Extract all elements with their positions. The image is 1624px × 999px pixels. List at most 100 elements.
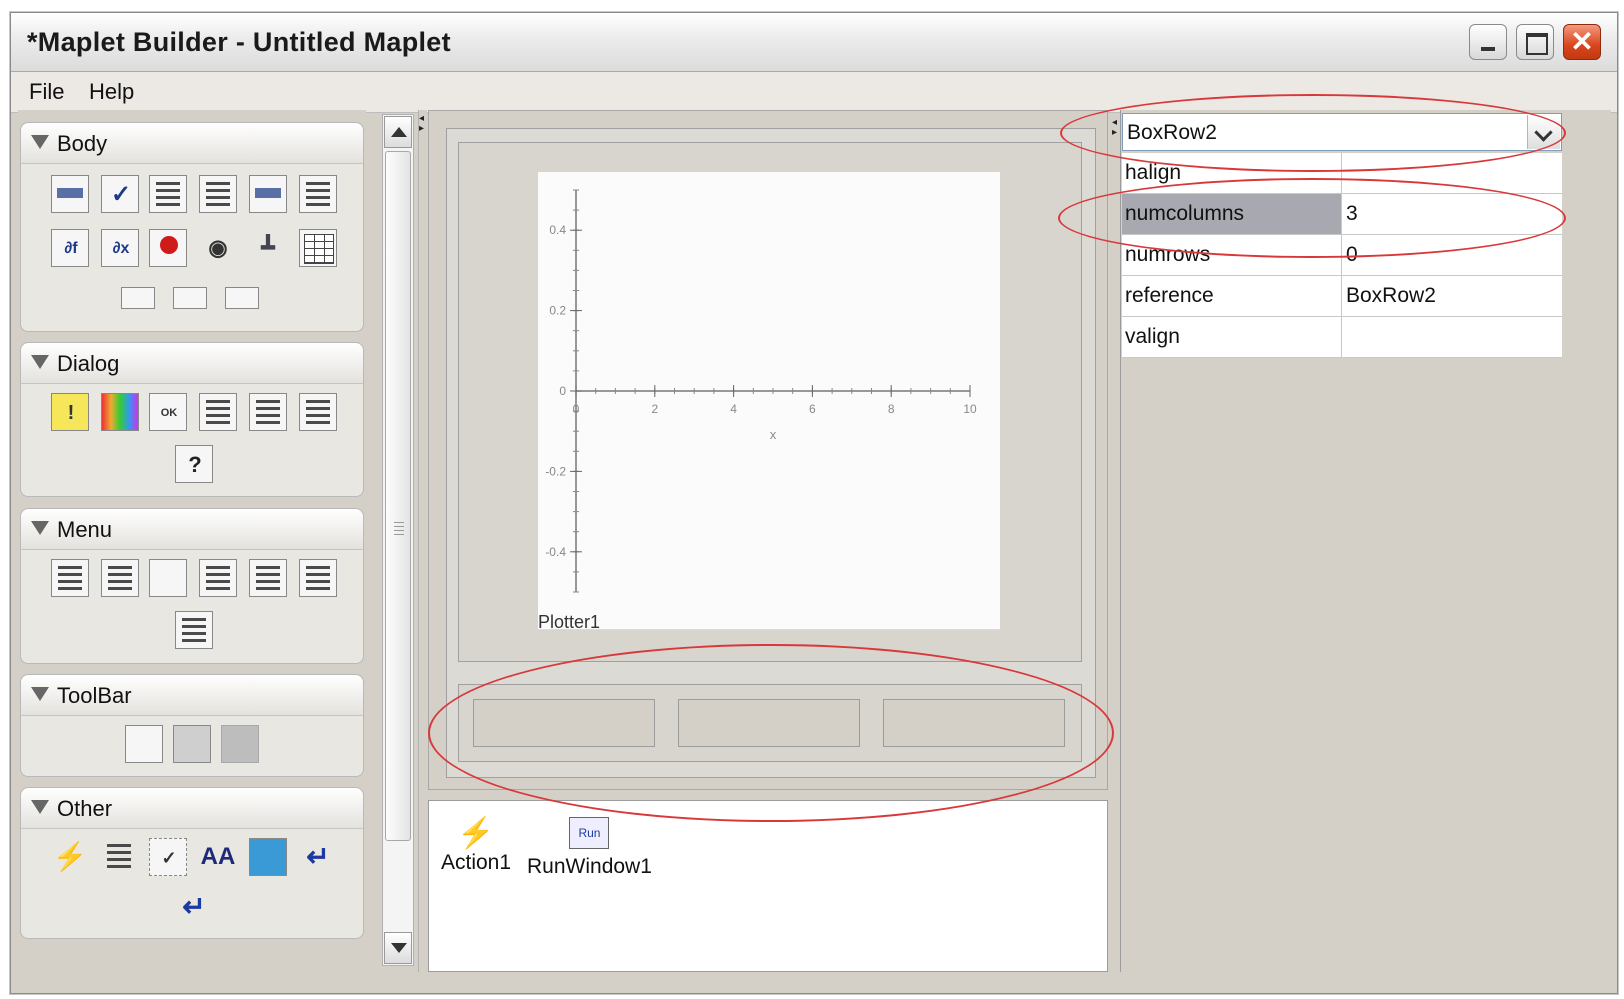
menu-item-icon[interactable] [199,559,237,597]
file-dialog-icon[interactable] [199,393,237,431]
menu-file[interactable]: File [29,79,64,105]
menu-bar: File Help [11,72,1617,113]
return-icon[interactable]: ↵ [299,838,337,876]
font-icon[interactable]: AA [199,838,237,876]
button-icon[interactable] [249,175,287,213]
group-header-other[interactable]: Other [21,788,363,829]
tray-item-label: RunWindow1 [527,855,652,878]
table-icon[interactable] [299,229,337,267]
check-box-group-icon[interactable]: ✓ [149,838,187,876]
property-value[interactable]: 0 [1344,235,1564,275]
property-key: numcolumns [1122,194,1342,234]
action-icon[interactable]: ⚡ [51,838,89,876]
run-window-icon: Run [569,817,610,849]
property-value[interactable] [1344,153,1564,193]
menu-icon[interactable] [101,559,139,597]
tray-item-action1[interactable]: ⚡ Action1 [441,817,511,875]
scroll-down-button[interactable] [384,932,412,964]
math-field-icon[interactable]: ∂x [101,229,139,267]
palette-group-body: Body ✓ ∂f ∂x ◉ ┻ [20,122,364,332]
tray-item-runwindow1[interactable]: Run RunWindow1 [527,817,652,879]
combo-field-icon[interactable] [173,287,207,309]
property-row-numcolumns[interactable]: numcolumns 3 [1122,194,1562,235]
menu-bar-icon[interactable] [149,559,187,597]
return-item-icon[interactable]: ↵ [175,888,213,926]
chevron-down-icon[interactable] [1527,115,1560,149]
message-dialog-icon[interactable] [299,393,337,431]
property-value[interactable]: 3 [1344,194,1564,234]
math-view-icon[interactable]: ∂f [51,229,89,267]
scroll-up-button[interactable] [384,116,412,148]
group-label: Menu [57,517,113,542]
close-button[interactable]: ✕ [1563,24,1601,60]
group-header-toolbar[interactable]: ToolBar [21,675,363,716]
button-group-icon[interactable] [101,838,139,876]
maximize-icon [1526,33,1548,55]
property-key: halign [1122,153,1342,193]
group-label: Other [57,796,113,821]
property-row-valign[interactable]: valign [1122,317,1562,358]
radio-menu-item-icon[interactable] [249,559,287,597]
title-bar[interactable]: *Maplet Builder - Untitled Maplet ✕ [11,13,1617,72]
slider-icon[interactable]: ┻ [249,229,287,267]
plotter-icon[interactable] [149,229,187,267]
property-row-reference[interactable]: reference BoxRow2 [1122,276,1562,317]
group-header-body[interactable]: Body [21,123,363,164]
menu-help[interactable]: Help [89,79,134,105]
x-tick-label: 0 [573,402,580,416]
minimize-button[interactable] [1469,24,1507,60]
y-tick-label: 0.4 [549,223,566,237]
minimize-icon [1481,47,1495,51]
group-header-dialog[interactable]: Dialog [21,343,363,384]
group-label: ToolBar [57,683,132,708]
toolbar-icon[interactable] [125,725,163,763]
split-arrows-icon: ◂ ▸ [1112,117,1118,138]
toggle-field-icon[interactable] [225,287,259,309]
box-cell[interactable] [473,699,655,747]
box-cell[interactable] [678,699,860,747]
radio-button-icon[interactable]: ◉ [199,229,237,267]
alert-dialog-icon[interactable]: ! [51,393,89,431]
left-splitter[interactable]: ◂ ▸ [418,110,427,972]
property-value[interactable] [1344,317,1564,357]
text-field-icon[interactable] [51,175,89,213]
plot-graph: 0 2 4 6 8 10 0.4 0.2 0 -0.2 -0.4 x Plotter1 [538,189,1000,632]
checkbox-icon[interactable]: ✓ [101,175,139,213]
menu-separator-icon[interactable] [175,611,213,649]
confirm-dialog-icon[interactable]: OK [149,393,187,431]
box-cell[interactable] [883,699,1065,747]
toolbar-separator-icon[interactable] [221,725,259,763]
palette-group-toolbar: ToolBar [20,674,364,777]
group-header-menu[interactable]: Menu [21,509,363,550]
group-label: Body [57,131,108,156]
property-key: numrows [1122,235,1342,275]
label-field-icon[interactable] [121,287,155,309]
popup-menu-icon[interactable] [299,559,337,597]
property-value[interactable]: BoxRow2 [1344,276,1564,316]
image-icon[interactable] [249,838,287,876]
palette-scrollbar[interactable] [382,114,414,966]
maximize-button[interactable] [1516,24,1554,60]
property-row-halign[interactable]: halign [1122,153,1562,194]
text-area-icon[interactable] [199,175,237,213]
toolbar-button-icon[interactable] [173,725,211,763]
property-row-numrows[interactable]: numrows 0 [1122,235,1562,276]
plotter[interactable]: 0 2 4 6 8 10 0.4 0.2 0 -0.2 -0.4 x Plotter1 [538,172,1000,632]
element-selector-dropdown[interactable]: BoxRow2 [1122,113,1562,151]
question-dialog-icon[interactable]: ? [175,445,213,483]
collapse-triangle-icon [31,521,49,535]
grip-icon [394,522,404,536]
text-box-icon[interactable] [149,175,187,213]
input-dialog-icon[interactable] [249,393,287,431]
palette-group-menu: Menu [20,508,364,664]
color-dialog-icon[interactable] [101,393,139,431]
selected-box-row[interactable] [458,684,1082,762]
dropdown-value: BoxRow2 [1127,121,1217,144]
component-tray: ⚡ Action1 Run RunWindow1 [428,800,1108,972]
plotter-caption: Plotter1 [538,612,600,630]
collapse-triangle-icon [31,355,49,369]
check-box-menu-item-icon[interactable] [51,559,89,597]
list-box-icon[interactable] [299,175,337,213]
scroll-thumb[interactable] [385,151,411,841]
y-tick-label: 0 [559,384,566,398]
